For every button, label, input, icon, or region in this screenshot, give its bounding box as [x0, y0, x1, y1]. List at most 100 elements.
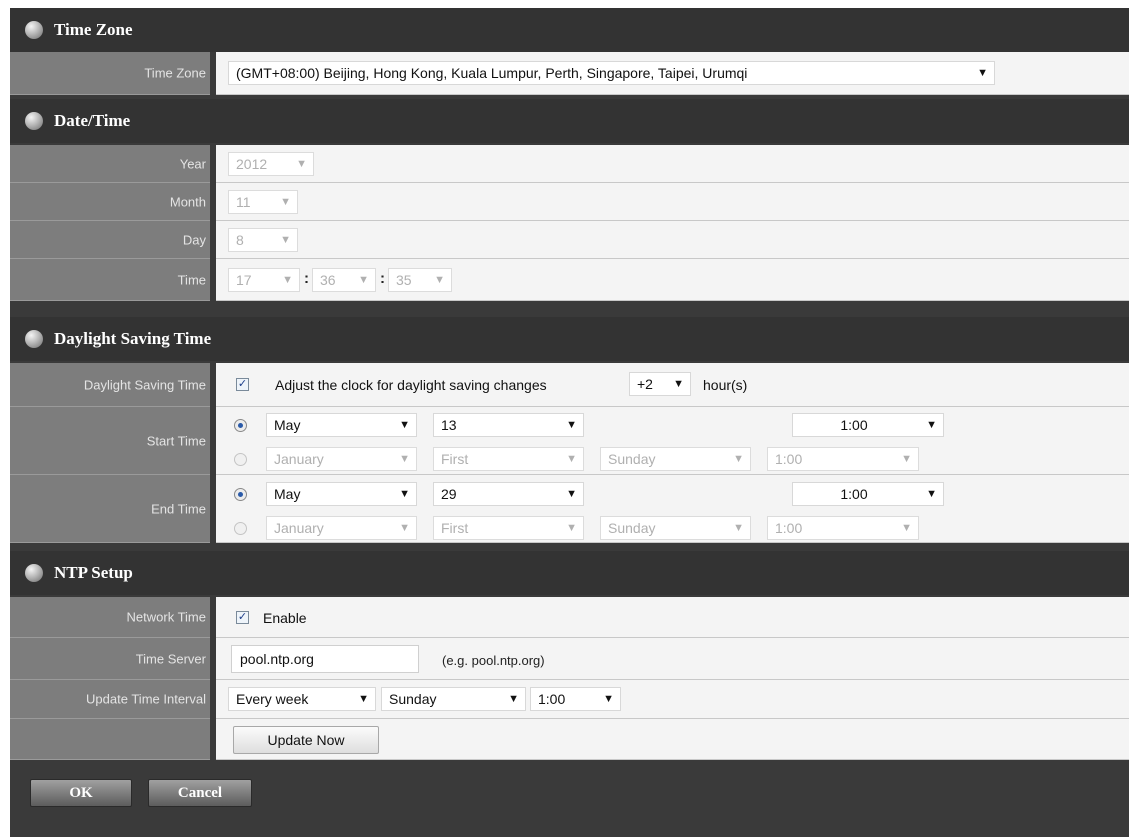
chevron-down-icon: ▼ [399, 419, 410, 431]
section-header-date-time: Date/Time [10, 99, 1129, 143]
start-rel-month-select[interactable]: January ▼ [266, 447, 417, 471]
dst-row: Daylight Saving Time ✓ Adjust the clock … [10, 363, 1129, 407]
start-fixed-radio[interactable] [234, 419, 247, 432]
year-row: Year 2012 ▼ [10, 145, 1129, 183]
start-time-label: Start Time [146, 433, 206, 448]
section-header-time-zone: Time Zone [10, 8, 1129, 52]
chevron-down-icon: ▼ [733, 453, 744, 465]
chevron-down-icon: ▼ [280, 196, 291, 208]
dst-adjust-checkbox[interactable]: ✓ [236, 378, 249, 391]
chevron-down-icon: ▼ [358, 693, 369, 705]
end-month-select[interactable]: May ▼ [266, 482, 417, 506]
chevron-down-icon: ▼ [566, 488, 577, 500]
end-relative-radio[interactable] [234, 522, 247, 535]
ntp-enable-checkbox[interactable]: ✓ [236, 611, 249, 624]
chevron-down-icon: ▼ [399, 488, 410, 500]
second-select[interactable]: 35 ▼ [388, 268, 452, 292]
section-title: Time Zone [54, 20, 133, 39]
month-label: Month [169, 194, 206, 209]
chevron-down-icon: ▼ [673, 378, 684, 390]
update-interval-label: Update Time Interval [86, 691, 206, 707]
section-bullet-icon [25, 330, 43, 348]
end-fixed-radio[interactable] [234, 488, 247, 501]
start-rel-time-select[interactable]: 1:00 ▼ [767, 447, 919, 471]
update-now-button[interactable]: Update Now [233, 726, 379, 754]
interval-select[interactable]: Every week ▼ [228, 687, 376, 711]
end-day-select[interactable]: 29 ▼ [433, 482, 584, 506]
chevron-down-icon: ▼ [926, 488, 937, 500]
hour-select[interactable]: 17 ▼ [228, 268, 300, 292]
chevron-down-icon: ▼ [977, 67, 988, 79]
time-server-input[interactable]: pool.ntp.org [231, 645, 419, 673]
chevron-down-icon: ▼ [434, 274, 445, 286]
chevron-down-icon: ▼ [399, 522, 410, 534]
chevron-down-icon: ▼ [901, 522, 912, 534]
chevron-down-icon: ▼ [603, 693, 614, 705]
end-rel-month-select[interactable]: January ▼ [266, 516, 417, 540]
section-title: NTP Setup [54, 563, 133, 582]
chevron-down-icon: ▼ [566, 453, 577, 465]
chevron-down-icon: ▼ [280, 234, 291, 246]
interval-day-select[interactable]: Sunday ▼ [381, 687, 526, 711]
year-select[interactable]: 2012 ▼ [228, 152, 314, 176]
check-icon: ✓ [237, 378, 248, 390]
section-header-daylight-saving: Daylight Saving Time [10, 317, 1129, 361]
chevron-down-icon: ▼ [358, 274, 369, 286]
ok-button[interactable]: OK [30, 779, 132, 807]
minute-select[interactable]: 36 ▼ [312, 268, 376, 292]
chevron-down-icon: ▼ [296, 158, 307, 170]
year-label: Year [179, 156, 206, 171]
time-separator: : [380, 270, 385, 287]
time-separator: : [304, 270, 309, 287]
section-bullet-icon [25, 112, 43, 130]
chevron-down-icon: ▼ [733, 522, 744, 534]
start-month-select[interactable]: May ▼ [266, 413, 417, 437]
day-row: Day 8 ▼ [10, 221, 1129, 259]
section-bullet-icon [25, 21, 43, 39]
end-rel-week-select[interactable]: First ▼ [433, 516, 584, 540]
start-rel-week-select[interactable]: First ▼ [433, 447, 584, 471]
time-server-hint: (e.g. pool.ntp.org) [442, 653, 545, 668]
day-select[interactable]: 8 ▼ [228, 228, 298, 252]
chevron-down-icon: ▼ [566, 419, 577, 431]
check-icon: ✓ [237, 611, 248, 623]
end-rel-weekday-select[interactable]: Sunday ▼ [600, 516, 751, 540]
section-title: Date/Time [54, 111, 131, 130]
start-time-select[interactable]: 1:00 ▼ [792, 413, 944, 437]
month-select[interactable]: 11 ▼ [228, 190, 298, 214]
network-time-row: Network Time ✓ Enable [10, 597, 1129, 638]
start-rel-weekday-select[interactable]: Sunday ▼ [600, 447, 751, 471]
time-zone-label: Time Zone [144, 65, 206, 81]
interval-time-select[interactable]: 1:00 ▼ [530, 687, 621, 711]
time-server-row: Time Server pool.ntp.org (e.g. pool.ntp.… [10, 638, 1129, 680]
start-day-select[interactable]: 13 ▼ [433, 413, 584, 437]
chevron-down-icon: ▼ [926, 419, 937, 431]
time-settings-panel: Time Zone Time Zone (GMT+08:00) Beijing,… [10, 8, 1129, 837]
end-time-select[interactable]: 1:00 ▼ [792, 482, 944, 506]
start-relative-radio[interactable] [234, 453, 247, 466]
chevron-down-icon: ▼ [508, 693, 519, 705]
end-time-label: End Time [151, 501, 206, 516]
dst-label: Daylight Saving Time [83, 377, 206, 392]
time-server-label: Time Server [135, 651, 206, 666]
section-bullet-icon [25, 564, 43, 582]
end-rel-time-select[interactable]: 1:00 ▼ [767, 516, 919, 540]
day-label: Day [182, 232, 206, 247]
section-header-ntp-setup: NTP Setup [10, 551, 1129, 595]
dst-end-row: End Time May ▼ 29 ▼ 1:00 ▼ January ▼ Fir… [10, 475, 1129, 543]
chevron-down-icon: ▼ [399, 453, 410, 465]
update-interval-row: Update Time Interval Every week ▼ Sunday… [10, 680, 1129, 719]
chevron-down-icon: ▼ [566, 522, 577, 534]
cancel-button[interactable]: Cancel [148, 779, 252, 807]
time-row: Time 17 ▼ : 36 ▼ : 35 ▼ [10, 259, 1129, 301]
dst-hours-text: hour(s) [703, 377, 748, 393]
dst-offset-select[interactable]: +2 ▼ [629, 372, 691, 396]
section-title: Daylight Saving Time [54, 329, 212, 348]
time-zone-row: Time Zone (GMT+08:00) Beijing, Hong Kong… [10, 52, 1129, 95]
network-time-label: Network Time [126, 609, 206, 625]
dst-adjust-text: Adjust the clock for daylight saving cha… [275, 377, 547, 393]
month-row: Month 11 ▼ [10, 183, 1129, 221]
time-label: Time [177, 272, 206, 287]
time-zone-select[interactable]: (GMT+08:00) Beijing, Hong Kong, Kuala Lu… [228, 61, 995, 85]
ntp-enable-text: Enable [263, 610, 307, 626]
